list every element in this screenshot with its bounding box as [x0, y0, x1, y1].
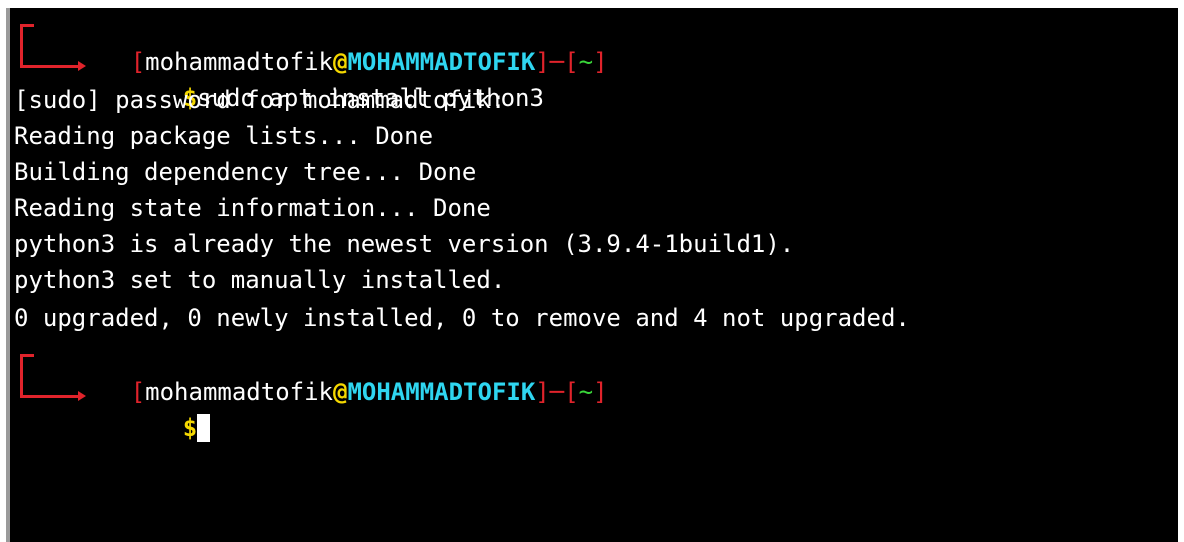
output-line: Reading package lists... Done: [14, 122, 434, 150]
prompt-close-bracket: ]: [593, 48, 608, 76]
output-line: python3 set to manually installed.: [14, 266, 506, 294]
output-line: Reading state information... Done: [14, 194, 491, 222]
prompt-dollar-sign: $: [182, 414, 198, 442]
output-line: python3 is already the newest version (3…: [14, 230, 795, 258]
prompt-close-bracket: ]: [593, 378, 608, 406]
prompt-line-1: [mohammadtofik@MOHAMMADTOFIK]─[~]: [44, 8, 608, 76]
screenshot-frame: [mohammadtofik@MOHAMMADTOFIK]─[~] $sudo …: [0, 0, 1184, 542]
prompt-separator: ]─[: [535, 378, 579, 406]
prompt-corner-vertical: [20, 24, 23, 68]
output-line: Building dependency tree... Done: [14, 158, 477, 186]
terminal-window[interactable]: [mohammadtofik@MOHAMMADTOFIK]─[~] $sudo …: [6, 8, 1178, 542]
prompt-line-2: [mohammadtofik@MOHAMMADTOFIK]─[~]: [44, 338, 608, 406]
command-line-1: $sudo apt install python3: [96, 44, 544, 112]
prompt-hostname: MOHAMMADTOFIK: [347, 378, 536, 406]
prompt-at-sign: @: [333, 378, 348, 406]
prompt-cwd: ~: [578, 48, 594, 76]
prompt-cwd: ~: [578, 378, 594, 406]
prompt-corner-vertical: [20, 354, 23, 398]
output-line: 0 upgraded, 0 newly installed, 0 to remo…: [14, 304, 910, 332]
output-line: [sudo] password for mohammadtofik:: [14, 86, 506, 114]
text-cursor: [197, 414, 211, 442]
command-line-2[interactable]: $: [96, 374, 211, 442]
